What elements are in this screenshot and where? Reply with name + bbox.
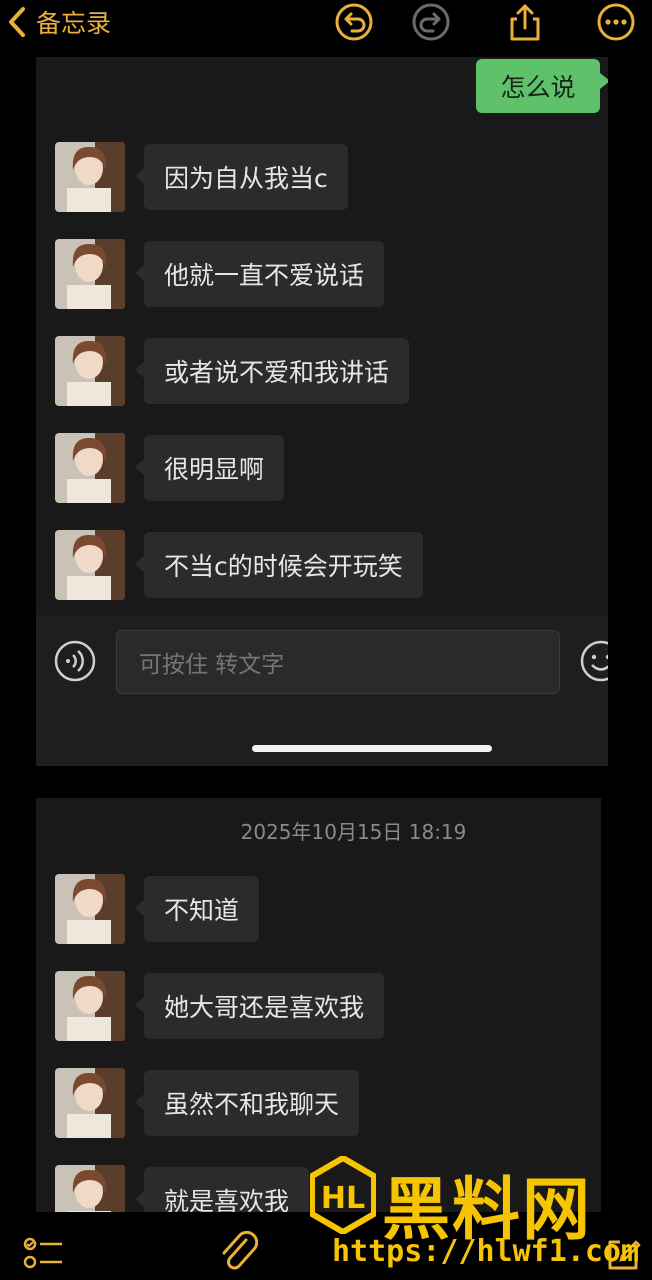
message-bubble: 很明显啊	[134, 435, 285, 501]
back-label: 备忘录	[36, 9, 112, 38]
message-bubble: 虽然不和我聊天	[134, 1070, 360, 1136]
redo-icon[interactable]	[411, 2, 451, 42]
watermark-logo-text: HL	[321, 1181, 365, 1216]
message-input[interactable]: 可按住 转文字	[116, 630, 560, 694]
chat-input-bar: 可按住 转文字	[36, 615, 608, 766]
message-bubble: 她大哥还是喜欢我	[134, 973, 385, 1039]
message-bubble: 或者说不爱和我讲话	[134, 338, 410, 404]
message-bubble: 不当c的时候会开玩笑	[135, 532, 423, 598]
avatar	[55, 530, 125, 600]
avatar	[55, 239, 125, 309]
more-icon[interactable]	[596, 2, 636, 42]
avatar	[55, 1068, 125, 1138]
attachment-icon[interactable]	[218, 1230, 258, 1278]
undo-icon[interactable]	[334, 2, 374, 42]
message-bubble: 不知道	[134, 876, 260, 942]
chevron-left-icon	[9, 7, 25, 37]
site-watermark: HL 黑料网 https://hlwf1.com	[300, 1150, 652, 1280]
voice-icon[interactable]	[53, 639, 97, 683]
avatar	[55, 433, 125, 503]
avatar	[55, 874, 125, 944]
message-bubble: 因为自从我当c	[135, 144, 348, 210]
avatar	[55, 1165, 125, 1212]
avatar	[55, 142, 125, 212]
emoji-icon[interactable]	[579, 639, 608, 683]
chat-screenshot-1: 怎么说 因为自从我当c 他就一直不爱说话 或者说不爱和我讲话 很明显啊 不当c的…	[36, 57, 608, 766]
watermark-url: https://hlwf1.com	[332, 1234, 640, 1269]
home-indicator	[252, 745, 492, 752]
checklist-icon[interactable]	[22, 1234, 66, 1278]
message-bubble: 他就一直不爱说话	[134, 241, 385, 307]
watermark-logo: HL	[310, 1156, 376, 1234]
message-bubble: 就是喜欢我	[134, 1167, 310, 1212]
share-icon[interactable]	[505, 2, 545, 42]
sent-bubble: 怎么说	[476, 59, 608, 113]
message-timestamp: 2025年10月15日 18:19	[240, 820, 467, 844]
avatar	[55, 971, 125, 1041]
notes-toolbar: 备忘录	[0, 0, 652, 48]
avatar	[55, 336, 125, 406]
back-button[interactable]: 备忘录	[6, 4, 111, 40]
